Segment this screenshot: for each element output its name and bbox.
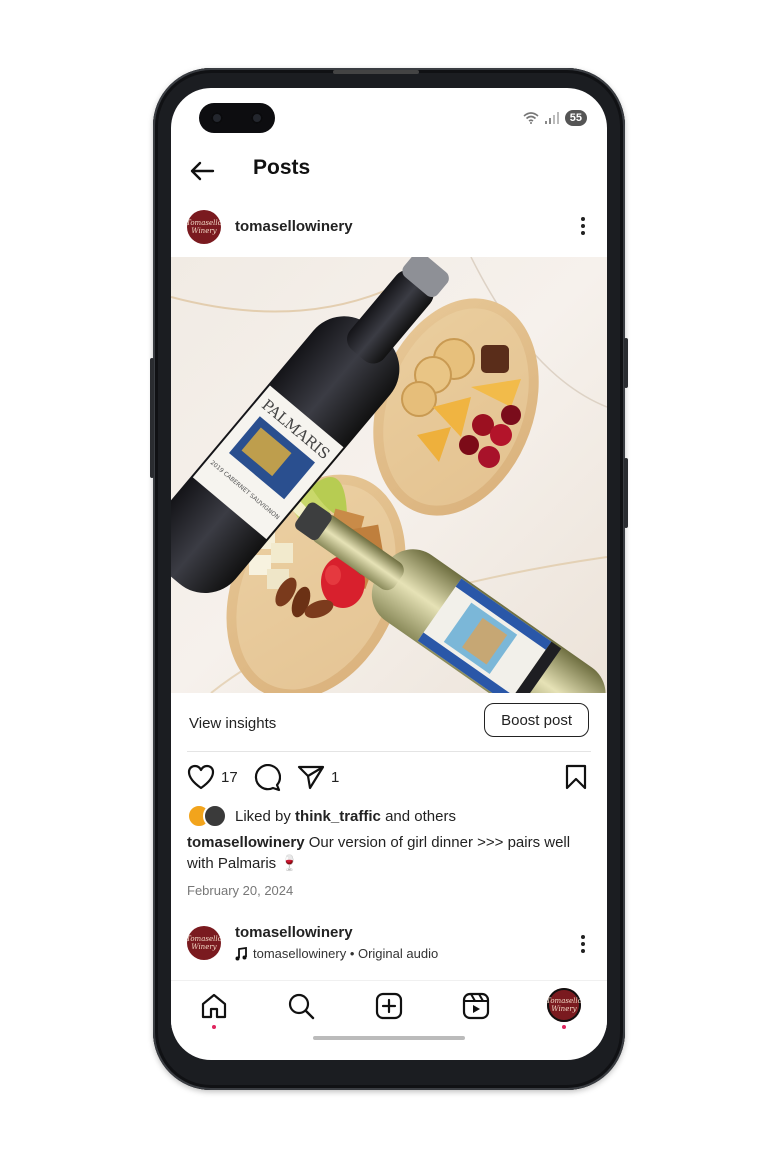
- comment-icon[interactable]: [253, 764, 281, 792]
- heart-icon[interactable]: [187, 764, 215, 790]
- more-vertical-icon[interactable]: [579, 934, 587, 954]
- signal-icon: [544, 112, 559, 124]
- power-button: [624, 338, 628, 388]
- nav-home[interactable]: [199, 991, 229, 1021]
- nav-reels[interactable]: [461, 991, 491, 1021]
- post-caption: tomasellowinery Our version of girl dinn…: [187, 832, 591, 874]
- audio-text: tomasellowinery • Original audio: [253, 946, 439, 961]
- insights-row: View insights Boost post: [171, 700, 607, 748]
- reels-icon[interactable]: [462, 992, 490, 1020]
- battery-indicator: 55: [564, 110, 587, 126]
- liked-by-suffix: and others: [385, 807, 456, 825]
- like-action[interactable]: 17: [187, 764, 238, 790]
- wifi-icon: [523, 112, 539, 124]
- post-username[interactable]: tomasellowinery: [235, 218, 353, 235]
- next-post-username[interactable]: tomasellowinery: [235, 924, 353, 941]
- phone-screen: 55 Posts Tomasello Winery tomasellowiner…: [171, 88, 607, 1060]
- avatar[interactable]: Tomasello Winery: [187, 926, 221, 960]
- notification-dot: [212, 1025, 216, 1029]
- likes-count: 17: [221, 768, 238, 786]
- caption-username[interactable]: tomasellowinery: [187, 834, 305, 851]
- profile-avatar[interactable]: Tomasello Winery: [547, 988, 581, 1022]
- notification-dot: [562, 1025, 566, 1029]
- earpiece-speaker: [333, 70, 419, 74]
- avatar[interactable]: Tomasello Winery: [187, 210, 221, 244]
- bottom-nav: Tomasello Winery: [171, 980, 607, 1031]
- avatar: [203, 804, 227, 828]
- wine-and-cheese-photo: PALMARIS 2019 CABERNET SAUVIGNON: [171, 257, 607, 693]
- avatar-text: Tomasello Winery: [547, 997, 581, 1013]
- volume-button: [150, 358, 154, 478]
- liked-by-row[interactable]: Liked by think_traffic and others: [187, 804, 456, 828]
- more-vertical-icon[interactable]: [579, 216, 587, 236]
- divider: [187, 751, 591, 752]
- shares-count: 1: [331, 768, 340, 786]
- liked-by-prefix: Liked by: [235, 807, 291, 825]
- nav-profile[interactable]: Tomasello Winery: [547, 988, 581, 1022]
- next-post-header: Tomasello Winery tomasellowinery tomasel…: [171, 922, 607, 966]
- gesture-bar[interactable]: [313, 1036, 465, 1040]
- create-icon[interactable]: [375, 992, 403, 1020]
- liker-avatars: [187, 804, 227, 828]
- status-bar: 55: [523, 110, 587, 126]
- arrow-left-icon[interactable]: [187, 156, 217, 186]
- send-icon[interactable]: [297, 764, 325, 790]
- audio-attribution[interactable]: tomasellowinery • Original audio: [235, 946, 438, 961]
- page-title: Posts: [253, 156, 311, 179]
- search-icon[interactable]: [287, 992, 315, 1020]
- avatar-text: Tomasello Winery: [187, 935, 221, 951]
- post-header: Tomasello Winery tomasellowinery: [171, 206, 607, 248]
- view-insights-link[interactable]: View insights: [189, 715, 276, 732]
- nav-create[interactable]: [374, 991, 404, 1021]
- avatar-text: Tomasello Winery: [187, 219, 221, 235]
- page-header: Posts: [171, 148, 607, 192]
- home-icon[interactable]: [200, 992, 228, 1020]
- bookmark-icon[interactable]: [565, 764, 587, 790]
- boost-post-button[interactable]: Boost post: [484, 703, 589, 737]
- music-note-icon: [235, 946, 247, 960]
- share-action[interactable]: 1: [297, 764, 339, 790]
- post-date: February 20, 2024: [187, 883, 294, 898]
- side-button: [624, 458, 628, 528]
- liked-by-user[interactable]: think_traffic: [295, 808, 381, 825]
- post-image[interactable]: PALMARIS 2019 CABERNET SAUVIGNON: [171, 257, 607, 693]
- nav-search[interactable]: [286, 991, 316, 1021]
- camera-cutout: [199, 103, 275, 133]
- post-actions: 17 1: [171, 762, 607, 794]
